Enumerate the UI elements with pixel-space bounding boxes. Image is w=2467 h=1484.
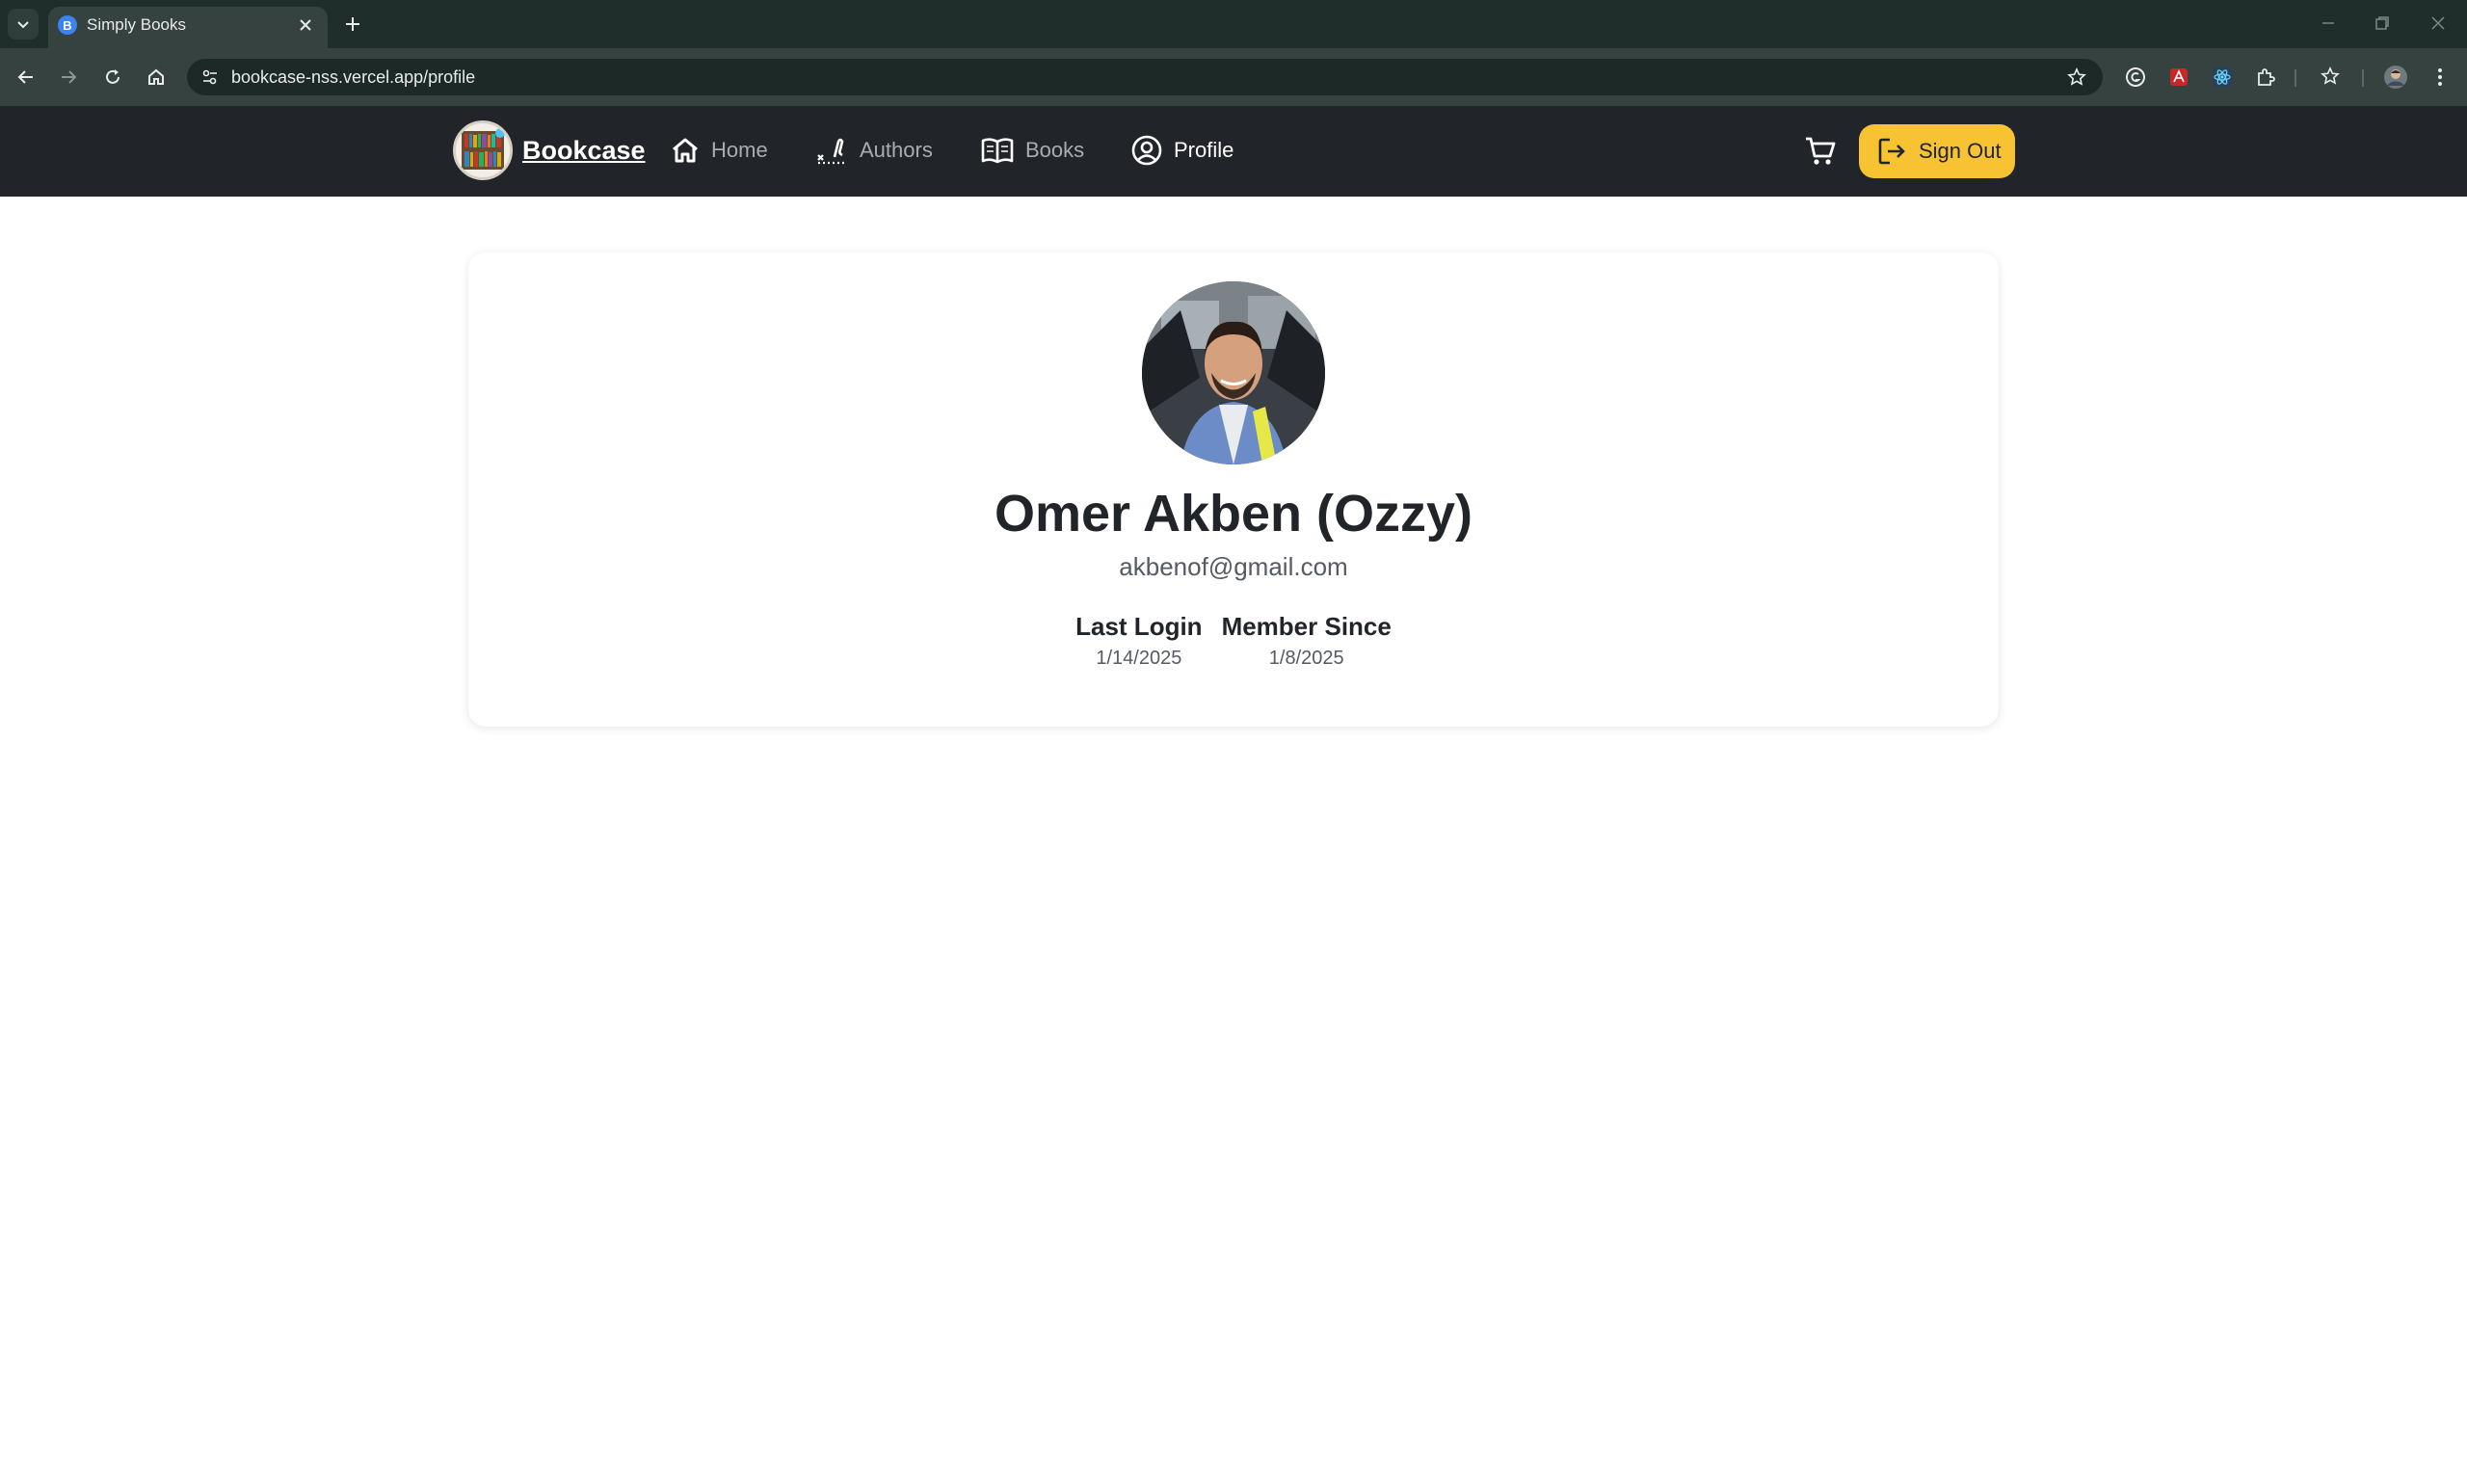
member-since-stat: Member Since 1/8/2025 xyxy=(1222,611,1392,671)
sign-out-icon xyxy=(1878,138,1905,165)
nav-link-label: Authors xyxy=(860,138,933,162)
reload-button[interactable] xyxy=(98,63,127,92)
last-login-stat: Last Login 1/14/2025 xyxy=(1075,611,1202,671)
browser-menu-button[interactable] xyxy=(2427,64,2454,91)
close-window-button[interactable] xyxy=(2419,8,2457,39)
extensions-button[interactable] xyxy=(2252,64,2279,91)
new-tab-button[interactable] xyxy=(337,9,368,40)
back-button[interactable] xyxy=(12,63,40,92)
avatar-icon xyxy=(2384,66,2407,89)
toolbar-separator xyxy=(2295,69,2296,87)
user-circle-icon xyxy=(1131,135,1162,166)
nav-link-home[interactable]: Home xyxy=(671,134,768,167)
pen-icon xyxy=(817,138,847,165)
profile-photo-icon xyxy=(1142,281,1325,464)
bookcase-logo-icon[interactable] xyxy=(453,120,513,180)
browser-tab[interactable]: B Simply Books xyxy=(48,7,328,48)
minimize-icon xyxy=(2322,22,2334,24)
nav-link-profile[interactable]: Profile xyxy=(1131,134,1234,167)
pdf-extension[interactable] xyxy=(2165,64,2192,91)
react-devtools-extension[interactable] xyxy=(2209,64,2236,91)
react-icon xyxy=(2213,67,2232,87)
arrow-right-icon xyxy=(62,70,77,84)
browser-tab-bar: B Simply Books xyxy=(0,0,2467,48)
last-login-value: 1/14/2025 xyxy=(1096,648,1182,669)
star-icon xyxy=(2067,67,2086,86)
tab-close-button[interactable] xyxy=(293,13,318,38)
cart-button[interactable] xyxy=(1802,135,1839,168)
reload-icon xyxy=(106,69,119,84)
close-icon xyxy=(300,19,311,31)
profile-card: Omer Akben (Ozzy) akbenof@gmail.com Last… xyxy=(468,252,1999,727)
grammarly-extension[interactable] xyxy=(2122,64,2149,91)
plus-icon xyxy=(346,17,359,31)
chevron-down-icon xyxy=(17,21,29,29)
nav-link-label: Profile xyxy=(1174,138,1234,162)
tune-icon xyxy=(202,69,217,85)
member-since-value: 1/8/2025 xyxy=(1268,648,1344,669)
forward-button[interactable] xyxy=(54,63,83,92)
sign-out-button[interactable]: Sign Out xyxy=(1859,124,2015,178)
sign-out-label: Sign Out xyxy=(1919,139,2002,163)
tab-search-button[interactable] xyxy=(8,9,39,40)
brand-link[interactable]: Bookcase xyxy=(522,135,646,166)
home-icon xyxy=(148,68,164,85)
profile-name: Omer Akben (Ozzy) xyxy=(994,485,1473,543)
profile-email: akbenof@gmail.com xyxy=(1119,552,1348,581)
minimize-button[interactable] xyxy=(2309,8,2348,39)
address-bar[interactable]: bookcase-nss.vercel.app/profile xyxy=(187,59,2103,95)
puzzle-icon xyxy=(2258,68,2275,86)
last-login-label: Last Login xyxy=(1075,612,1203,641)
cart-icon xyxy=(1806,137,1836,165)
star-list-icon xyxy=(2321,66,2340,85)
restore-button[interactable] xyxy=(2363,8,2401,39)
home-icon xyxy=(673,138,698,163)
bookshelf-icon xyxy=(462,128,505,170)
nav-link-authors[interactable]: Authors xyxy=(817,134,933,167)
close-icon xyxy=(2431,16,2445,30)
grammarly-icon xyxy=(2126,67,2145,87)
nav-link-books[interactable]: Books xyxy=(981,134,1084,167)
profile-avatar-button[interactable] xyxy=(2382,64,2409,91)
tab-favicon-icon: B xyxy=(58,15,77,35)
avatar xyxy=(1142,281,1325,464)
toolbar-separator xyxy=(2362,69,2364,87)
pdf-icon xyxy=(2170,68,2188,86)
site-info-button[interactable] xyxy=(197,64,224,91)
restore-icon xyxy=(2375,16,2389,30)
tab-title: Simply Books xyxy=(87,15,186,34)
nav-link-label: Books xyxy=(1025,138,1085,162)
site-navbar: Bookcase Home Authors Books Profile Sign… xyxy=(0,106,2467,197)
profile-stats: Last Login 1/14/2025 Member Since 1/8/20… xyxy=(468,611,1999,671)
arrow-left-icon xyxy=(17,70,33,84)
nav-link-label: Home xyxy=(711,138,768,162)
url-text[interactable]: bookcase-nss.vercel.app/profile xyxy=(231,67,475,87)
browser-toolbar: bookcase-nss.vercel.app/profile xyxy=(0,48,2467,106)
member-since-label: Member Since xyxy=(1221,612,1392,641)
bookmark-star-button[interactable] xyxy=(2064,65,2089,90)
bookmarks-button[interactable] xyxy=(2317,64,2344,91)
home-button[interactable] xyxy=(142,63,171,92)
more-vertical-icon xyxy=(2438,68,2442,86)
book-icon xyxy=(981,138,1014,164)
